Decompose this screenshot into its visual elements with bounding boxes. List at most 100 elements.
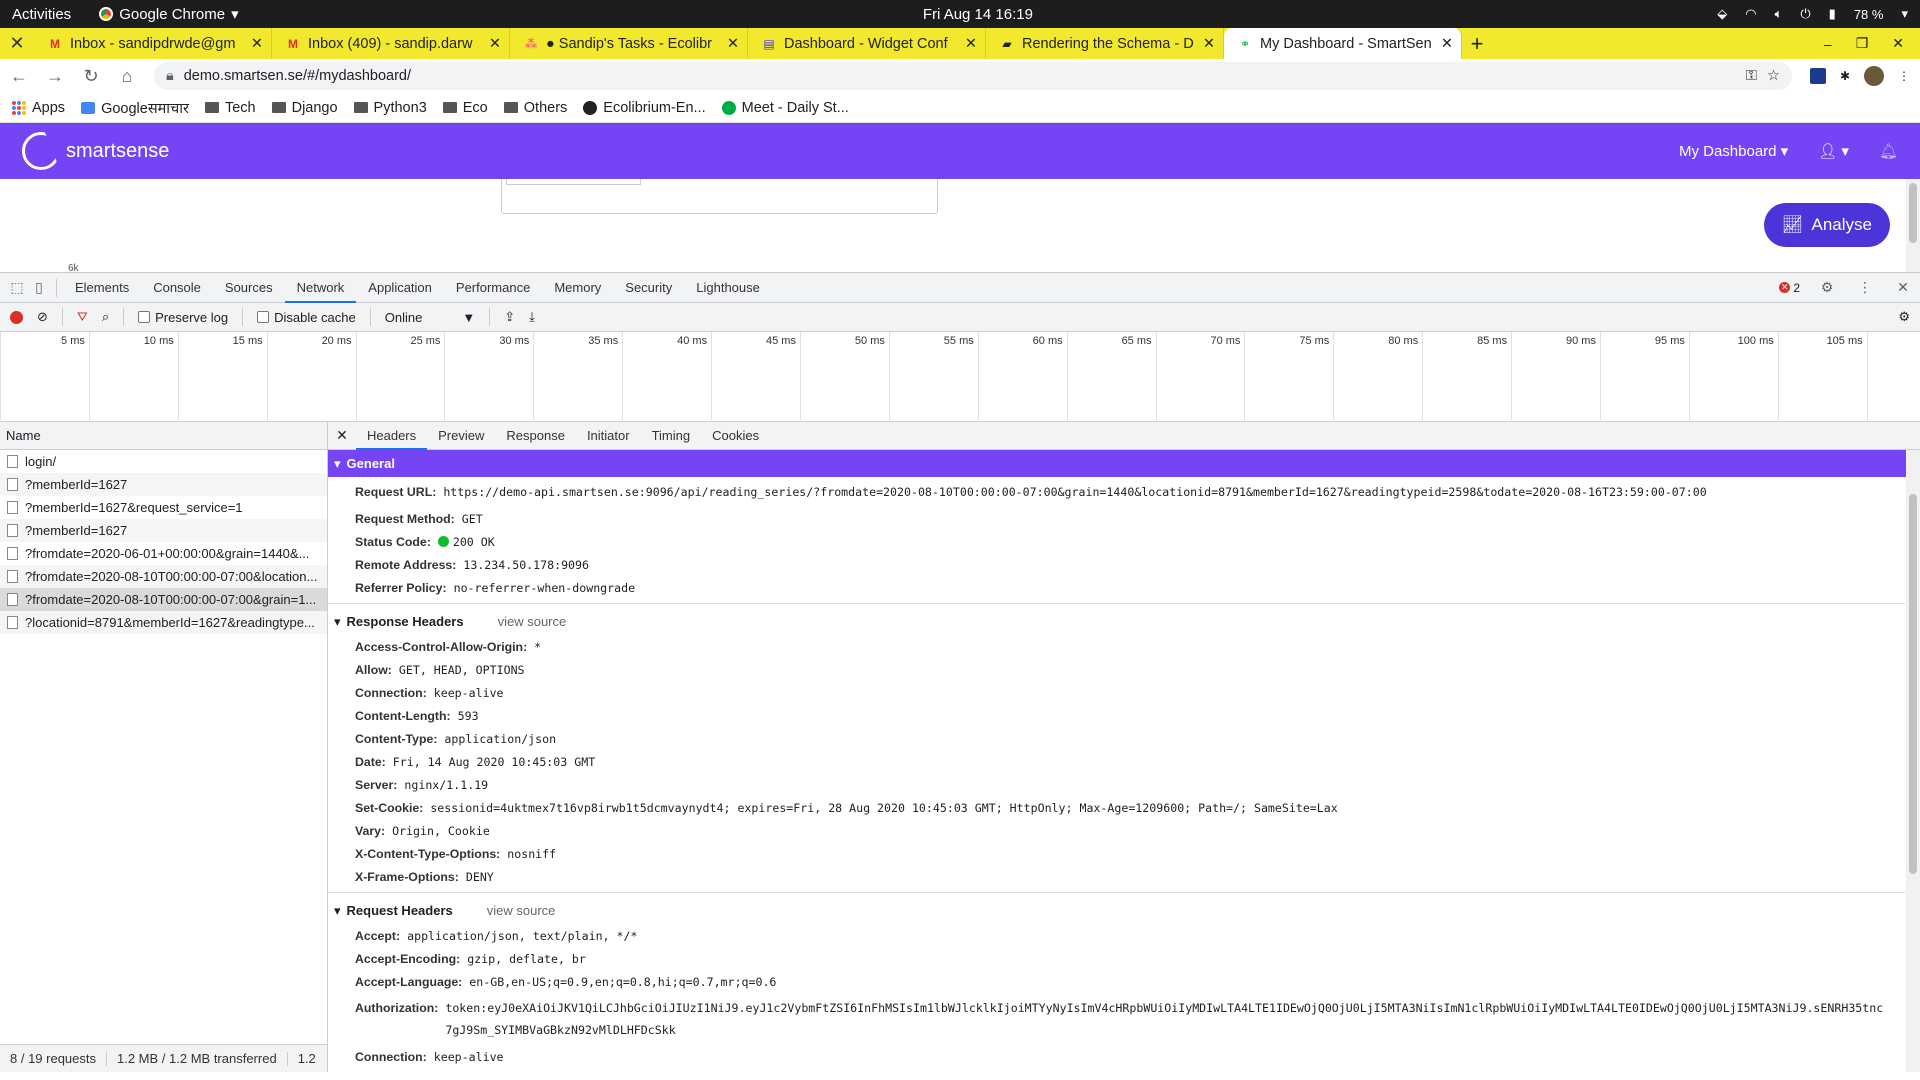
device-toggle-icon[interactable]: ▯ [28, 279, 50, 296]
browser-tab[interactable]: M Inbox (409) - sandip.darw ✕ [272, 28, 510, 59]
dashboard-menu[interactable]: My Dashboard ▾ [1679, 142, 1788, 160]
tab-headers[interactable]: Headers [356, 422, 428, 450]
close-icon[interactable]: ✕ [1203, 36, 1215, 52]
bookmark-folder[interactable]: Tech [204, 100, 256, 116]
details-scrollbar[interactable] [1906, 450, 1920, 1072]
system-tray[interactable]: ⬙ ◠ 🔈︎ ⏻ ▮ 78 % ▾ [1717, 6, 1908, 22]
url-bar[interactable]: 🔒︎ demo.smartsen.se/#/mydashboard/ ⚿ ☆ [154, 62, 1792, 90]
activities-button[interactable]: Activities [12, 6, 71, 23]
clock[interactable]: Fri Aug 14 16:19 [923, 6, 1033, 23]
tab-preview[interactable]: Preview [427, 422, 495, 450]
filter-icon[interactable]: ⛛ [77, 309, 88, 325]
request-row[interactable]: ?fromdate=2020-06-01+00:00:00&grain=1440… [0, 542, 327, 565]
bookmark-folder[interactable]: Python3 [353, 100, 427, 116]
inspect-icon[interactable]: ⬚ [6, 279, 28, 296]
more-icon[interactable]: ⋮ [1854, 279, 1876, 296]
close-icon[interactable]: ✕ [727, 36, 739, 52]
bookmark-apps[interactable]: Apps [12, 100, 65, 116]
request-row[interactable]: ?memberId=1627&request_service=1 [0, 496, 327, 519]
bookmark-github[interactable]: Ecolibrium-En... [583, 100, 706, 116]
record-icon[interactable] [10, 310, 23, 324]
lock-icon[interactable]: 🔒︎ [166, 68, 174, 84]
tab-lighthouse[interactable]: Lighthouse [684, 273, 772, 303]
gear-icon[interactable]: ⚙ [1816, 279, 1838, 296]
tab-timing[interactable]: Timing [641, 422, 702, 450]
close-icon[interactable]: ✕ [965, 36, 977, 52]
close-icon[interactable]: ✕ [0, 28, 34, 59]
error-count-badge[interactable]: ✕ 2 [1779, 281, 1800, 295]
browser-tab-active[interactable]: ⚭ My Dashboard - SmartSen ✕ [1224, 28, 1462, 59]
tab-cookies[interactable]: Cookies [701, 422, 770, 450]
bookmark-folder[interactable]: Others [503, 100, 567, 116]
name-column-header[interactable]: Name [0, 422, 327, 450]
throttle-select[interactable]: Online ▼ [385, 310, 475, 325]
close-icon[interactable]: ✕ [1892, 279, 1914, 296]
network-timeline[interactable]: 5 ms 10 ms 15 ms 20 ms 25 ms 30 ms 35 ms 40 ms 4… [0, 332, 1920, 422]
tab-elements[interactable]: Elements [63, 273, 141, 303]
request-row[interactable]: ?memberId=1627 [0, 473, 327, 496]
new-tab-button[interactable]: + [1462, 28, 1492, 59]
avatar[interactable] [1864, 66, 1884, 86]
request-row[interactable]: ?memberId=1627 [0, 519, 327, 542]
response-headers-toggle[interactable]: ▾ Response Headers view source [328, 608, 1906, 635]
header-key: Accept-Encoding: [355, 951, 461, 966]
bookmark-folder[interactable]: Django [271, 100, 338, 116]
request-headers-toggle[interactable]: ▾ Request Headers view source [328, 897, 1906, 924]
bookmark-folder[interactable]: Eco [442, 100, 488, 116]
close-icon[interactable]: ✕ [489, 36, 501, 52]
bell-icon[interactable]: 🔔︎ [1879, 142, 1898, 160]
tab-sources[interactable]: Sources [213, 273, 285, 303]
browser-tab[interactable]: ▰ Rendering the Schema - D ✕ [986, 28, 1224, 59]
timeline-tick-label: 25 ms [410, 335, 441, 347]
tab-console[interactable]: Console [141, 273, 213, 303]
puzzle-icon[interactable]: ✱ [1840, 69, 1850, 83]
request-row[interactable]: ?fromdate=2020-08-10T00:00:00-07:00&grai… [0, 588, 327, 611]
close-icon[interactable]: ✕ [328, 427, 356, 444]
browser-tab[interactable]: M Inbox - sandipdrwde@gm ✕ [34, 28, 272, 59]
clear-icon[interactable]: ⊘ [37, 309, 48, 325]
request-row[interactable]: login/ [0, 450, 327, 473]
extension-icon[interactable] [1809, 68, 1826, 84]
more-icon[interactable]: ⋮ [1898, 69, 1910, 83]
smartsense-logo[interactable]: smartsense [22, 132, 169, 170]
search-icon[interactable]: ⌕ [102, 309, 109, 325]
user-icon[interactable]: 👤︎ ▾ [1818, 142, 1849, 160]
request-row[interactable]: ?fromdate=2020-08-10T00:00:00-07:00&loca… [0, 565, 327, 588]
minimize-icon[interactable]: – [1824, 36, 1832, 52]
gear-icon[interactable]: ⚙ [1898, 309, 1910, 325]
forward-icon[interactable]: → [46, 66, 64, 87]
tab-performance[interactable]: Performance [444, 273, 542, 303]
tab-memory[interactable]: Memory [542, 273, 613, 303]
close-icon[interactable]: ✕ [251, 36, 263, 52]
close-window-icon[interactable]: ✕ [1892, 35, 1904, 52]
star-icon[interactable]: ☆ [1767, 68, 1780, 84]
upload-icon[interactable]: ⇪ [504, 309, 515, 325]
request-name: ?memberId=1627 [25, 477, 128, 492]
download-icon[interactable]: ⤓ [529, 309, 535, 325]
back-icon[interactable]: ← [10, 66, 28, 87]
close-icon[interactable]: ✕ [1441, 36, 1453, 52]
url-text[interactable]: demo.smartsen.se/#/mydashboard/ [184, 68, 411, 84]
maximize-icon[interactable]: ❐ [1856, 35, 1869, 52]
disable-cache-checkbox[interactable]: Disable cache [257, 310, 356, 325]
bookmark-google-news[interactable]: Googleसमाचार [81, 98, 189, 118]
home-icon[interactable]: ⌂ [118, 66, 136, 87]
browser-tab[interactable]: ▤ Dashboard - Widget Conf ✕ [748, 28, 986, 59]
view-source-link[interactable]: view source [498, 614, 567, 629]
tab-application[interactable]: Application [356, 273, 444, 303]
view-source-link[interactable]: view source [487, 903, 556, 918]
tab-response[interactable]: Response [495, 422, 576, 450]
tab-security[interactable]: Security [613, 273, 684, 303]
key-icon[interactable]: ⚿ [1746, 68, 1757, 84]
tab-initiator[interactable]: Initiator [576, 422, 641, 450]
request-row[interactable]: ?locationid=8791&memberId=1627&readingty… [0, 611, 327, 634]
browser-tab[interactable]: ⁂ ● Sandip's Tasks - Ecolibr ✕ [510, 28, 748, 59]
preserve-log-checkbox[interactable]: Preserve log [138, 310, 228, 325]
tab-network[interactable]: Network [284, 273, 357, 303]
analyse-button[interactable]: 📈︎ Analyse [1763, 203, 1890, 247]
general-section-toggle[interactable]: ▾ General [328, 450, 1906, 477]
reload-icon[interactable]: ↻ [82, 66, 100, 87]
bookmark-meet[interactable]: Meet - Daily St... [721, 100, 849, 116]
page-scrollbar[interactable] [1906, 179, 1920, 272]
app-menu[interactable]: Google Chrome ▾ [99, 5, 239, 23]
